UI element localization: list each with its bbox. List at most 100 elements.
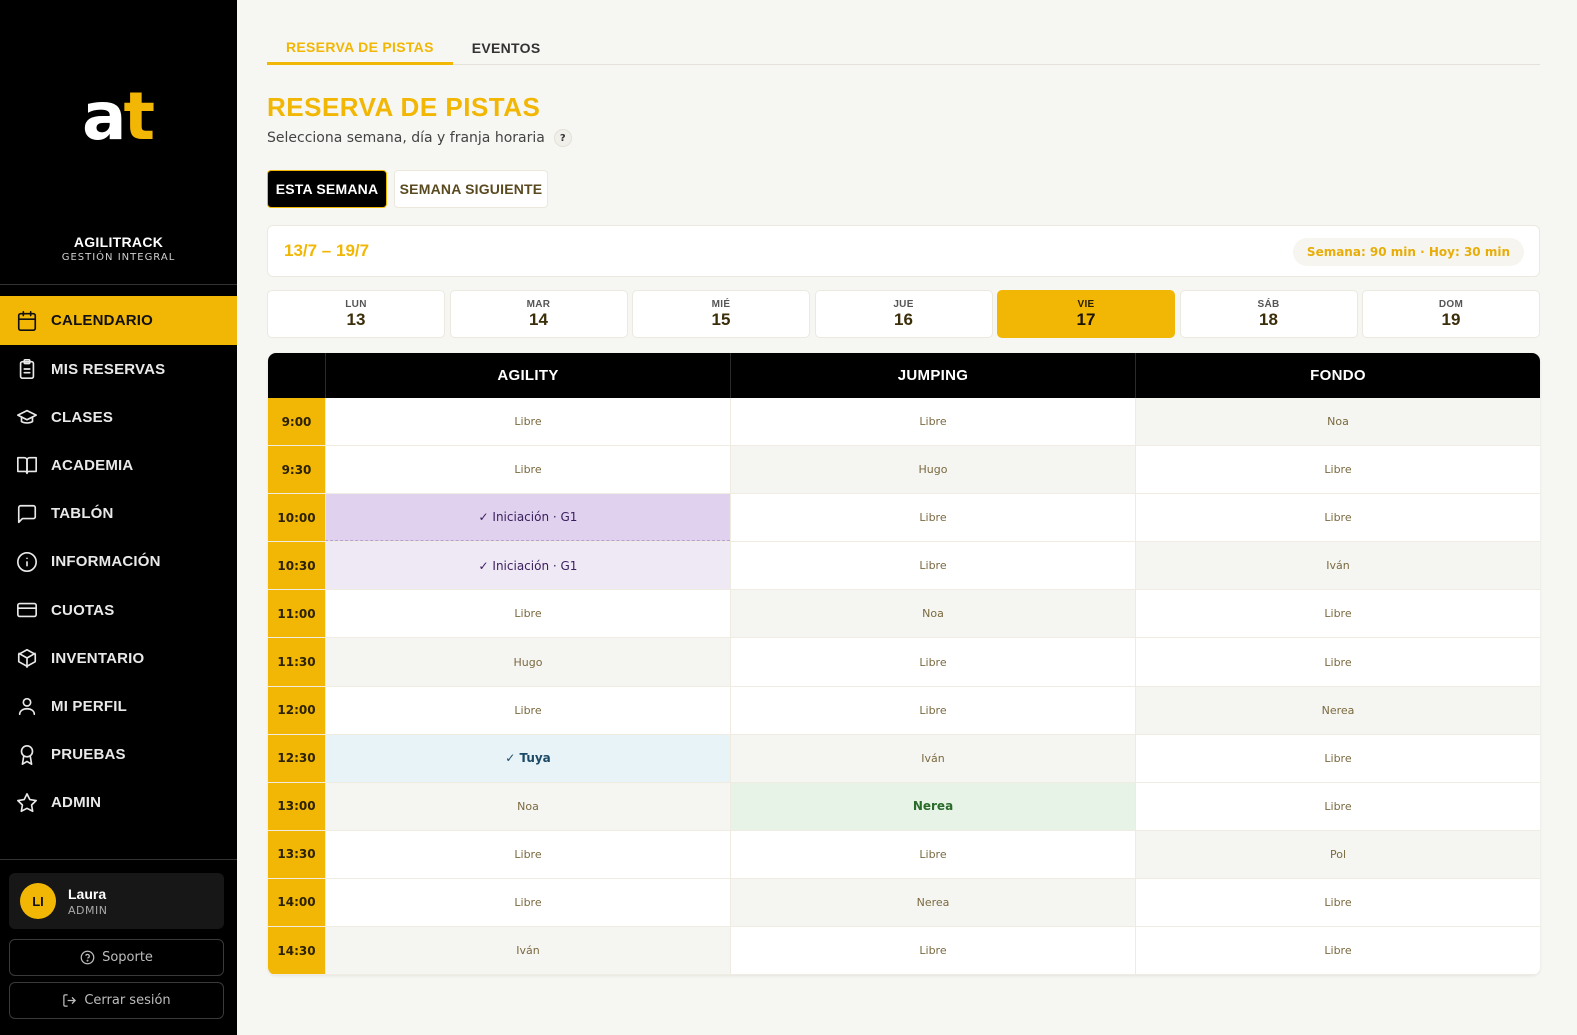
slot-cell[interactable]: Libre: [325, 830, 730, 878]
slot-cell[interactable]: Libre: [325, 878, 730, 927]
time-slot: 10:00: [268, 494, 325, 542]
help-circle-icon: [80, 950, 95, 965]
schedule-row: 13:00 Noa Nerea Libre: [268, 782, 1540, 831]
day-number: 13: [346, 310, 366, 329]
sidebar-item-pruebas[interactable]: PRUEBAS: [0, 731, 237, 779]
day-number: 17: [1076, 310, 1096, 329]
logo-letter-t: t: [123, 78, 156, 155]
graduation-cap-icon: [17, 410, 37, 425]
slot-cell[interactable]: Nerea: [1135, 686, 1540, 734]
sidebar-item-tablon[interactable]: TABLÓN: [0, 490, 237, 538]
slot-cell[interactable]: Nerea: [730, 782, 1135, 830]
slot-cell[interactable]: Libre: [325, 398, 730, 446]
slot-cell[interactable]: Libre: [730, 638, 1135, 686]
divider: [0, 859, 237, 860]
tab-reserva-de-pistas[interactable]: RESERVA DE PISTAS: [267, 30, 453, 65]
slot-cell[interactable]: Libre: [325, 446, 730, 494]
slot-cell[interactable]: Libre: [1135, 638, 1540, 686]
time-slot: 9:00: [268, 398, 325, 446]
day-name: MIÉ: [711, 299, 731, 310]
sidebar-item-admin[interactable]: ADMIN: [0, 779, 237, 827]
brand-name: AGILITRACK: [73, 234, 164, 250]
this-week-button[interactable]: ESTA SEMANA: [267, 170, 387, 208]
slot-cell[interactable]: Libre: [730, 927, 1135, 975]
day-19[interactable]: DOM 19: [1362, 290, 1540, 338]
day-15[interactable]: MIÉ 15: [632, 290, 810, 338]
day-number: 18: [1259, 310, 1278, 329]
logo-letter-a: a: [81, 78, 127, 155]
day-number: 14: [529, 310, 548, 329]
slot-cell[interactable]: Libre: [1135, 782, 1540, 830]
sidebar-item-label: CLASES: [51, 408, 114, 426]
day-13[interactable]: LUN 13: [267, 290, 445, 338]
clipboard-icon: [19, 359, 35, 380]
help-button[interactable]: ?: [553, 129, 572, 147]
sidebar-item-label: CALENDARIO: [51, 312, 153, 329]
sidebar-item-cuotas[interactable]: CUOTAS: [0, 586, 237, 634]
schedule-row: 12:30 ✓ Tuya Iván Libre: [268, 734, 1540, 783]
day-18[interactable]: SÁB 18: [1179, 290, 1358, 338]
slot-cell[interactable]: Nerea: [730, 878, 1135, 927]
week-range: 13/7 – 19/7: [284, 241, 370, 260]
sidebar-item-label: PRUEBAS: [51, 746, 126, 764]
sidebar-item-clases[interactable]: CLASES: [0, 393, 237, 441]
schedule-header: AGILITY JUMPING FONDO: [268, 353, 1540, 398]
sidebar-item-mi-perfil[interactable]: MI PERFIL: [0, 682, 237, 730]
tab-eventos[interactable]: EVENTOS: [453, 30, 560, 65]
slot-cell[interactable]: Libre: [1135, 494, 1540, 542]
logout-button[interactable]: Cerrar sesión: [9, 982, 224, 1019]
slot-cell[interactable]: Libre: [730, 830, 1135, 878]
sidebar-item-academia[interactable]: ACADEMIA: [0, 441, 237, 489]
slot-cell[interactable]: Libre: [1135, 878, 1540, 927]
support-button[interactable]: Soporte: [9, 939, 224, 976]
star-icon: [17, 792, 37, 812]
slot-cell[interactable]: Pol: [1135, 830, 1540, 878]
day-name: SÁB: [1257, 299, 1280, 310]
user-card[interactable]: LI Laura ADMIN: [9, 873, 224, 929]
slot-cell[interactable]: ✓ Iniciación · G1: [325, 494, 730, 542]
time-slot: 11:30: [268, 638, 325, 686]
day-14[interactable]: MAR 14: [449, 290, 628, 338]
app-logo[interactable]: at: [0, 78, 237, 158]
slot-cell[interactable]: Libre: [325, 590, 730, 638]
slot-cell[interactable]: Iván: [1135, 542, 1540, 590]
page-title: RESERVA DE PISTAS: [267, 92, 541, 122]
slot-cell[interactable]: Libre: [730, 398, 1135, 446]
slot-cell[interactable]: Libre: [730, 686, 1135, 734]
day-name: JUE: [893, 299, 914, 310]
slot-cell[interactable]: Noa: [325, 782, 730, 830]
slot-cell[interactable]: Libre: [325, 686, 730, 734]
slot-cell[interactable]: Libre: [1135, 734, 1540, 782]
credit-card-icon: [17, 602, 37, 618]
sidebar-item-label: TABLÓN: [51, 505, 114, 523]
slot-cell[interactable]: ✓ Iniciación · G1: [325, 542, 730, 590]
next-week-button[interactable]: SEMANA SIGUIENTE: [394, 170, 548, 208]
slot-cell[interactable]: Hugo: [730, 446, 1135, 494]
user-info: Laura ADMIN: [68, 886, 107, 917]
sidebar-item-calendario[interactable]: CALENDARIO: [0, 296, 237, 345]
day-16[interactable]: JUE 16: [814, 290, 993, 338]
slot-cell[interactable]: Noa: [1135, 398, 1540, 446]
support-label: Soporte: [102, 950, 153, 965]
sidebar-item-informacion[interactable]: INFORMACIÓN: [0, 538, 237, 586]
day-17[interactable]: VIE 17: [997, 290, 1175, 338]
time-slot: 13:30: [268, 830, 325, 878]
avatar: LI: [20, 883, 56, 919]
schedule-row: 9:30 Libre Hugo Libre: [268, 446, 1540, 495]
sidebar-item-inventario[interactable]: INVENTARIO: [0, 634, 237, 682]
slot-cell[interactable]: Libre: [730, 542, 1135, 590]
time-slot: 9:30: [268, 446, 325, 494]
time-slot: 12:00: [268, 686, 325, 734]
slot-cell[interactable]: Hugo: [325, 638, 730, 686]
slot-cell[interactable]: Libre: [730, 494, 1135, 542]
slot-cell[interactable]: Libre: [1135, 927, 1540, 975]
slot-cell[interactable]: Iván: [730, 734, 1135, 782]
slot-cell[interactable]: Libre: [1135, 446, 1540, 494]
sidebar-item-mis-reservas[interactable]: MIS RESERVAS: [0, 345, 237, 393]
slot-cell[interactable]: Noa: [730, 590, 1135, 638]
slot-cell[interactable]: Libre: [1135, 590, 1540, 638]
slot-cell[interactable]: Iván: [325, 927, 730, 975]
slot-cell[interactable]: ✓ Tuya: [325, 734, 730, 782]
schedule-row: 12:00 Libre Libre Nerea: [268, 686, 1540, 735]
sidebar-item-label: INVENTARIO: [51, 649, 145, 667]
